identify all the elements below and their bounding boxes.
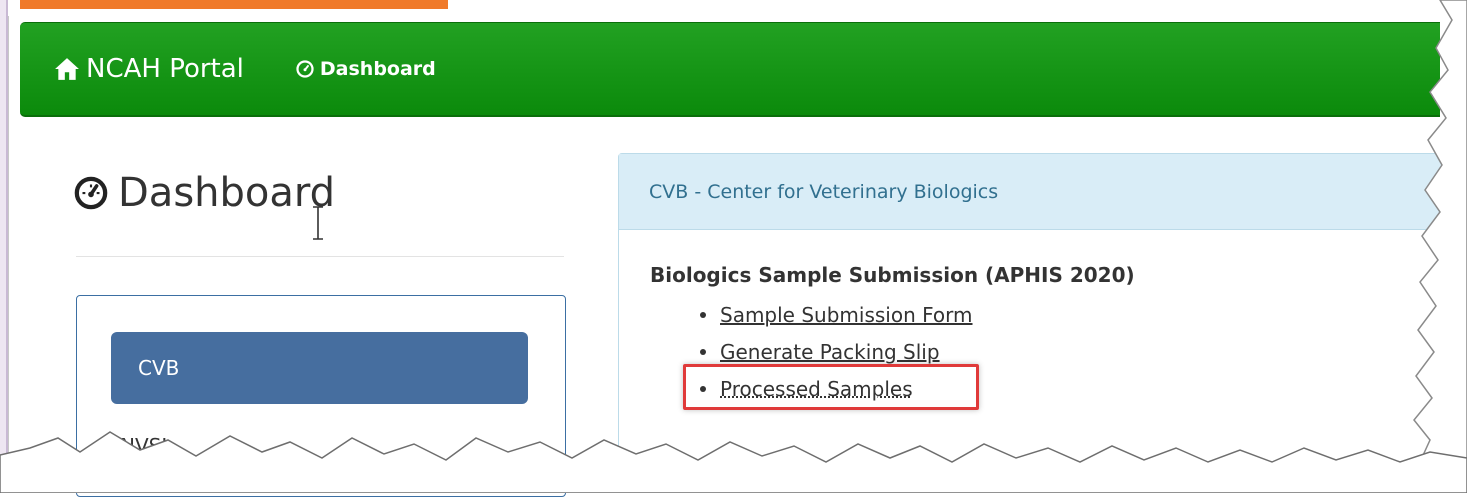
- window-edge-line: [8, 16, 9, 456]
- dashboard-gauge-icon: [296, 60, 314, 78]
- brand-label: NCAH Portal: [86, 54, 244, 84]
- orange-accent-bar: [20, 0, 448, 9]
- sidebar-item-cvb[interactable]: CVB: [111, 332, 528, 404]
- list-item: Sample Submission Form: [700, 296, 973, 333]
- dashboard-gauge-icon: [74, 176, 108, 210]
- card-header: CVB - Center for Veterinary Biologics: [619, 154, 1467, 230]
- bullet: [700, 311, 706, 318]
- card-header-text: CVB - Center for Veterinary Biologics: [649, 180, 999, 203]
- home-icon: [55, 58, 79, 80]
- generate-packing-slip-link[interactable]: Generate Packing Slip: [720, 340, 940, 364]
- section-heading: Biologics Sample Submission (APHIS 2020): [650, 263, 1135, 287]
- page-title-text: Dashboard: [118, 170, 336, 216]
- text-cursor-icon: [313, 206, 323, 240]
- brand-link[interactable]: NCAH Portal: [54, 54, 244, 84]
- sidebar-item-label: NVSL: [120, 434, 173, 458]
- nav-dashboard-label: Dashboard: [319, 58, 436, 80]
- top-navbar: NCAH Portal Dashboard: [20, 22, 1440, 117]
- highlight-box: [683, 364, 979, 410]
- sidebar-item-label: CVB: [138, 356, 180, 380]
- sample-submission-form-link[interactable]: Sample Submission Form: [720, 303, 973, 327]
- window-left-strip: [0, 0, 8, 493]
- title-divider: [76, 256, 564, 257]
- page-title: Dashboard: [74, 170, 335, 216]
- nav-dashboard-link[interactable]: Dashboard: [296, 58, 436, 80]
- sidebar-item-nvsl[interactable]: NVSL: [120, 434, 172, 458]
- bullet: [700, 348, 706, 355]
